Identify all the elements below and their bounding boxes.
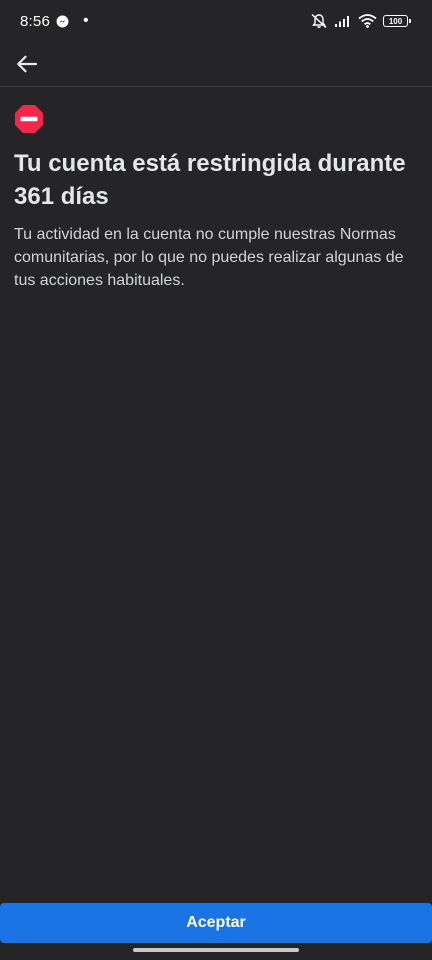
restriction-description: Tu actividad en la cuenta no cumple nues… [14,226,404,289]
wifi-icon [358,14,377,28]
battery-icon: 100 [383,15,411,27]
main-content: Tu cuenta está restringida durante 361 d… [14,104,418,292]
arrow-left-icon [17,55,38,73]
signal-icon: · [334,16,349,27]
accept-button[interactable]: Aceptar [0,903,432,943]
home-indicator[interactable] [133,948,299,952]
back-button[interactable] [14,51,40,77]
status-right: · 100 [310,13,411,29]
page-title: Tu cuenta está restringida durante 361 d… [14,150,406,210]
restricted-icon [15,105,43,133]
status-time: 8:56 [20,12,50,30]
screen: 8:56 • · [0,0,432,960]
mute-icon [311,13,327,29]
battery-level: 100 [388,16,403,26]
notification-dot: • [83,12,89,29]
status-bar: 8:56 • · [0,0,432,42]
app-bar [0,42,432,87]
messenger-icon [56,15,69,27]
svg-text:·: · [334,16,335,22]
status-left: 8:56 • [20,13,89,30]
